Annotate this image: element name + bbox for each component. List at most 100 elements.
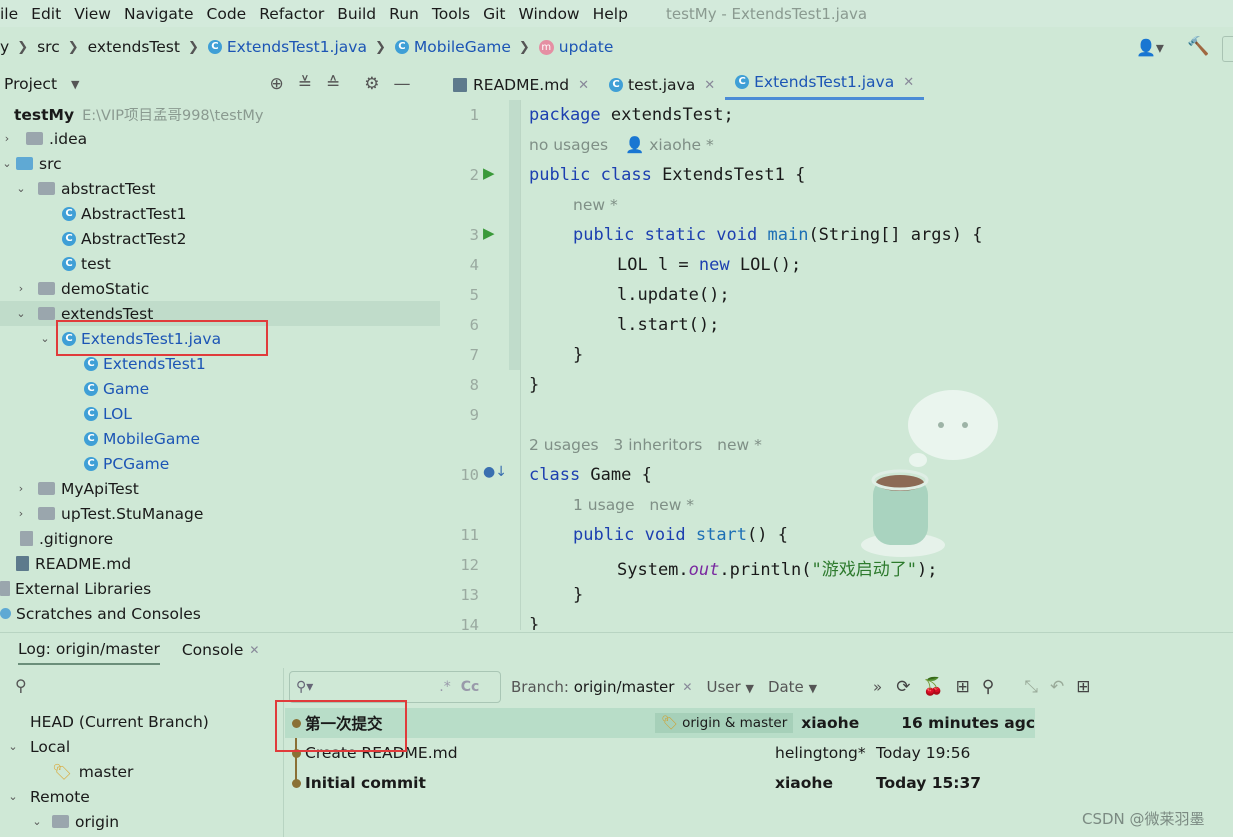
run-config-dropdown[interactable] <box>1222 36 1233 62</box>
chevron-right-icon[interactable]: › <box>14 482 28 495</box>
close-icon[interactable]: ✕ <box>578 78 589 93</box>
usage-hint[interactable]: no usages <box>529 136 608 154</box>
branch-head[interactable]: HEAD (Current Branch) <box>0 709 283 734</box>
tab-console[interactable]: Console <box>182 636 244 664</box>
menu-code[interactable]: Code <box>207 5 247 23</box>
tree-item-game[interactable]: C Game <box>0 376 440 401</box>
close-icon[interactable]: ✕ <box>903 75 914 90</box>
minimize-icon[interactable]: — <box>394 74 411 94</box>
tree-item-uptest-stumanage[interactable]: › upTest.StuManage <box>0 501 440 526</box>
chevron-down-icon[interactable]: ⌄ <box>14 307 28 320</box>
chevron-down-icon[interactable]: ⌄ <box>38 332 52 345</box>
breadcrumb-src[interactable]: src <box>37 38 60 56</box>
tab-git-log[interactable]: Log: origin/master <box>18 635 160 665</box>
date-filter[interactable]: Date ▼ <box>768 678 817 696</box>
expand-all-icon[interactable]: ≚ <box>298 74 312 94</box>
tab-extendstest1-java[interactable]: C ExtendsTest1.java ✕ <box>725 67 925 100</box>
branch-origin[interactable]: ⌄ origin <box>0 809 283 834</box>
menu-edit[interactable]: Edit <box>31 5 61 23</box>
commit-row[interactable]: Initial commit xiaohe Today 15:37 <box>285 768 1035 798</box>
usage-hint[interactable]: 1 usage new * <box>573 496 694 514</box>
menu-build[interactable]: Build <box>337 5 376 23</box>
build-hammer-icon[interactable]: 🔨 <box>1187 36 1209 57</box>
chevron-right-icon[interactable]: › <box>14 282 28 295</box>
breadcrumb-package[interactable]: extendsTest <box>88 38 180 56</box>
chevron-right-icon[interactable]: › <box>14 507 28 520</box>
tree-item-abstracttest[interactable]: ⌄ abstractTest <box>0 176 440 201</box>
search-icon[interactable]: ⚲ <box>982 677 994 697</box>
menu-view[interactable]: View <box>74 5 111 23</box>
cherry-pick-icon[interactable]: 🍒 <box>922 677 943 697</box>
chevron-right-icon[interactable]: › <box>0 132 14 145</box>
menu-tools[interactable]: Tools <box>432 5 470 23</box>
tree-item-readme[interactable]: README.md <box>0 551 440 576</box>
author-hint[interactable]: 👤 xiaohe * <box>625 136 714 154</box>
user-filter[interactable]: User ▼ <box>706 678 753 696</box>
tree-item-pcgame[interactable]: C PCGame <box>0 451 440 476</box>
tree-item-external-libraries[interactable]: External Libraries <box>0 576 440 601</box>
tree-item-test[interactable]: C test <box>0 251 440 276</box>
menu-git[interactable]: Git <box>483 5 505 23</box>
chevron-down-icon[interactable]: ▼ <box>71 78 79 91</box>
breadcrumb-file[interactable]: ExtendsTest1.java <box>227 38 367 56</box>
breadcrumb-class[interactable]: MobileGame <box>414 38 511 56</box>
commit-search-input[interactable]: ⚲▾ .* Cc <box>289 671 501 703</box>
tree-item-abstracttest1[interactable]: C AbstractTest1 <box>0 201 440 226</box>
menu-window[interactable]: Window <box>518 5 579 23</box>
tree-item-scratches[interactable]: Scratches and Consoles <box>0 601 440 626</box>
tree-item-mobilegame[interactable]: C MobileGame <box>0 426 440 451</box>
branch-group-local[interactable]: ⌄ Local <box>0 734 283 759</box>
chevron-down-icon[interactable]: ⌄ <box>14 182 28 195</box>
collapse-all-icon[interactable]: ≙ <box>326 74 340 94</box>
file-icon <box>20 531 33 546</box>
code-line: l.update(); <box>617 285 730 305</box>
close-icon[interactable]: ✕ <box>704 78 715 93</box>
refresh-icon[interactable]: ⟳ <box>896 677 910 697</box>
commit-author: helingtong* <box>775 744 866 762</box>
user-icon[interactable]: 👤▾ <box>1136 38 1164 57</box>
menu-help[interactable]: Help <box>593 5 628 23</box>
tab-test-java[interactable]: C test.java ✕ <box>599 70 725 100</box>
collapse-icon[interactable]: ⤡ <box>1024 677 1038 697</box>
layout-icon[interactable]: ⊞ <box>1076 677 1090 697</box>
branch-group-remote[interactable]: ⌄ Remote <box>0 784 283 809</box>
branch-filter[interactable]: Branch: origin/master <box>511 678 674 696</box>
chevron-down-icon[interactable]: ⌄ <box>6 790 20 803</box>
tree-item-testmy[interactable]: testMy E:\VIP项目孟哥998\testMy <box>0 102 440 127</box>
tree-item-idea[interactable]: › .idea <box>0 126 440 151</box>
menu-refactor[interactable]: Refactor <box>259 5 324 23</box>
more-icon[interactable]: » <box>873 678 882 696</box>
close-icon[interactable]: ✕ <box>682 680 692 694</box>
implemented-icon[interactable]: ●↓ <box>483 464 507 480</box>
author-hint[interactable]: new * <box>573 196 618 214</box>
tree-item-myapitest[interactable]: › MyApiTest <box>0 476 440 501</box>
match-case-icon[interactable]: Cc <box>461 679 480 695</box>
run-icon[interactable]: ▶ <box>483 224 495 242</box>
search-icon[interactable]: ⚲ <box>15 676 27 695</box>
tree-item-demostatic[interactable]: › demoStatic <box>0 276 440 301</box>
menu-file[interactable]: ile <box>0 5 18 23</box>
run-icon[interactable]: ▶ <box>483 164 495 182</box>
breadcrumb-method[interactable]: update <box>559 38 614 56</box>
tree-item-abstracttest2[interactable]: C AbstractTest2 <box>0 226 440 251</box>
gear-icon[interactable]: ⚙ <box>364 74 379 94</box>
undo-icon[interactable]: ↶ <box>1050 677 1064 697</box>
breadcrumb-project[interactable]: y <box>0 38 9 56</box>
chevron-down-icon[interactable]: ⌄ <box>6 740 20 753</box>
locate-icon[interactable]: ⊕ <box>270 74 284 94</box>
menu-navigate[interactable]: Navigate <box>124 5 194 23</box>
graph-options-icon[interactable]: ⊞ <box>956 677 970 697</box>
branch-master[interactable]: 🏷 master <box>0 759 283 784</box>
project-panel-title[interactable]: Project <box>4 75 57 93</box>
tab-readme[interactable]: README.md ✕ <box>443 70 599 100</box>
usage-hint[interactable]: 2 usages 3 inheritors new * <box>529 436 762 454</box>
tree-item-lol[interactable]: C LOL <box>0 401 440 426</box>
chevron-down-icon[interactable]: ⌄ <box>30 815 44 828</box>
chevron-down-icon[interactable]: ⌄ <box>0 157 14 170</box>
close-icon[interactable]: ✕ <box>249 643 259 657</box>
tree-item-src[interactable]: ⌄ src <box>0 151 440 176</box>
menu-run[interactable]: Run <box>389 5 419 23</box>
tree-item-gitignore[interactable]: .gitignore <box>0 526 440 551</box>
code-editor[interactable]: 1 package extendsTest; no usages 👤 xiaoh… <box>443 100 1233 630</box>
regex-icon[interactable]: .* <box>439 679 450 695</box>
